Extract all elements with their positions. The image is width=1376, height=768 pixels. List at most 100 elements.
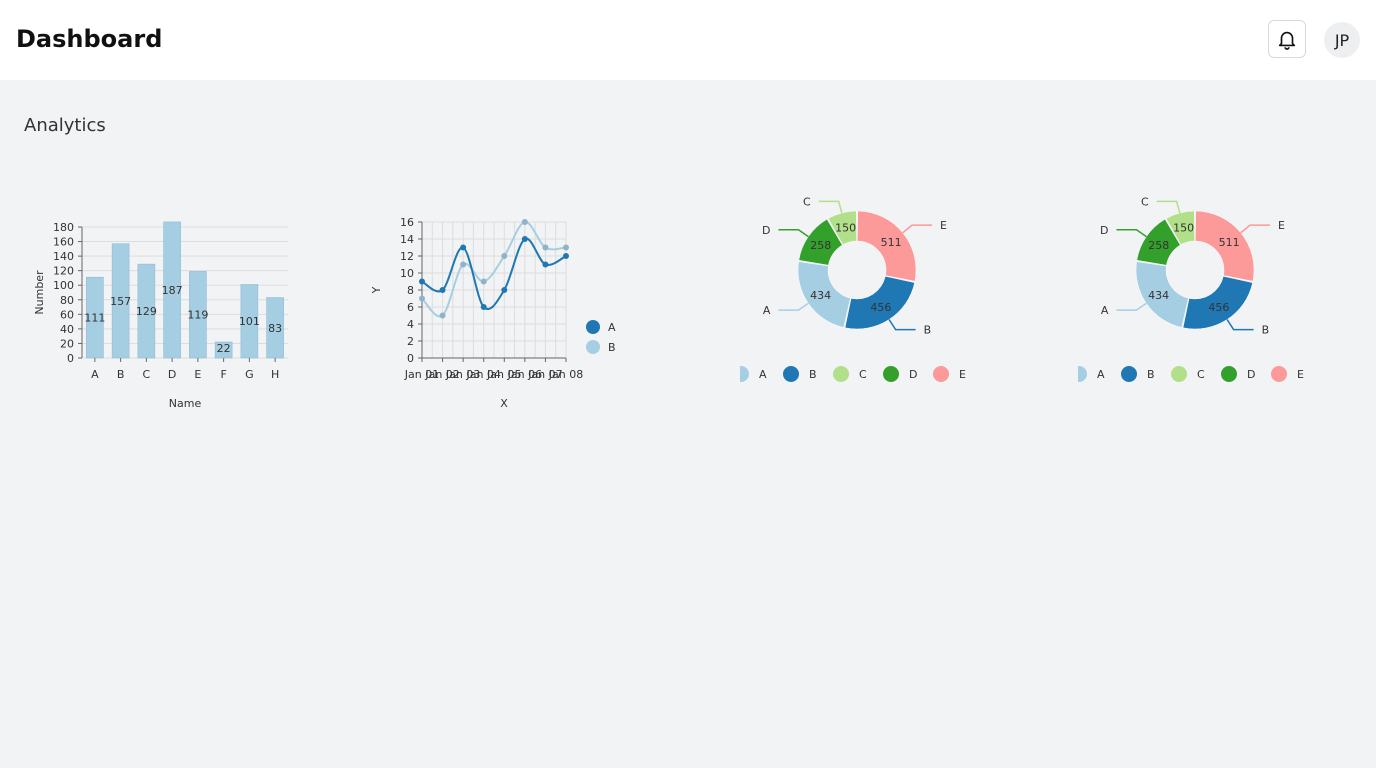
bar-data-label: 129 bbox=[136, 305, 157, 318]
line-y-tick-label: 0 bbox=[407, 352, 414, 365]
line-point-B bbox=[501, 253, 508, 259]
donut-leader-line bbox=[1116, 302, 1147, 311]
donut-legend-label: B bbox=[1147, 368, 1155, 381]
bar-data-label: 22 bbox=[217, 342, 231, 355]
bar-y-tick-label: 40 bbox=[60, 323, 74, 336]
donut-leader-line bbox=[1226, 319, 1254, 331]
line-point-B bbox=[460, 261, 467, 268]
donut-value-label: 511 bbox=[1219, 236, 1240, 249]
line-y-tick-label: 6 bbox=[407, 301, 414, 314]
donut-legend-label: D bbox=[909, 368, 917, 381]
line-point-B bbox=[419, 295, 425, 302]
bar-x-tick-label: D bbox=[168, 368, 176, 381]
donut-legend-label: C bbox=[1197, 368, 1205, 381]
donut-value-label: 150 bbox=[835, 221, 856, 234]
donut-value-label: 456 bbox=[1208, 301, 1229, 314]
line-point-A bbox=[521, 236, 528, 242]
line-chart: 0246810121416Jan 01Jan 02Jan 03Jan 04Jan… bbox=[370, 216, 616, 410]
donut-category-label: D bbox=[1100, 224, 1108, 237]
donut-leader-line bbox=[902, 224, 933, 234]
line-legend-label: B bbox=[608, 341, 616, 354]
bar-y-tick-label: 80 bbox=[60, 294, 74, 307]
donut-legend-swatch bbox=[883, 366, 899, 382]
bar-x-tick-label: C bbox=[143, 368, 151, 381]
line-y-tick-label: 8 bbox=[407, 284, 414, 297]
donut-leader-line bbox=[888, 319, 916, 331]
donut-value-label: 258 bbox=[1148, 239, 1169, 252]
donut-leader-line bbox=[1156, 200, 1181, 214]
donut-leader-line bbox=[778, 302, 809, 311]
donut-legend-label: C bbox=[859, 368, 867, 381]
bar-y-tick-label: 100 bbox=[53, 279, 74, 292]
top-header: Dashboard JP bbox=[0, 0, 1376, 80]
bar-data-label: 111 bbox=[84, 312, 105, 325]
line-x-axis-label: X bbox=[500, 397, 508, 410]
line-y-tick-label: 10 bbox=[400, 267, 414, 280]
line-point-B bbox=[521, 219, 528, 225]
donut-value-label: 434 bbox=[810, 289, 831, 302]
donut-legend-swatch bbox=[833, 366, 849, 382]
line-x-tick-label: Jan 08 bbox=[548, 368, 583, 381]
line-legend-swatch bbox=[586, 340, 600, 354]
bar-y-tick-label: 140 bbox=[53, 250, 74, 263]
donut-value-label: 434 bbox=[1148, 289, 1169, 302]
bar-x-tick-label: E bbox=[194, 368, 201, 381]
donut-leader-line bbox=[1116, 229, 1147, 238]
bar-x-tick-label: F bbox=[220, 368, 226, 381]
bar-x-axis-label: Name bbox=[169, 397, 202, 410]
line-point-B bbox=[439, 312, 446, 319]
bar-y-tick-label: 20 bbox=[60, 337, 74, 350]
line-point-A bbox=[480, 304, 487, 310]
section-title: Analytics bbox=[24, 115, 106, 136]
bar-x-tick-label: G bbox=[245, 368, 254, 381]
line-legend-swatch bbox=[586, 320, 600, 334]
bar-data-label: 157 bbox=[110, 295, 131, 308]
donut-legend-label: E bbox=[1297, 368, 1304, 381]
bar-data-label: 187 bbox=[162, 284, 183, 297]
bar-data-label: 83 bbox=[268, 322, 282, 335]
bar-y-tick-label: 160 bbox=[53, 236, 74, 249]
bar-data-label: 101 bbox=[239, 315, 260, 328]
line-y-tick-label: 4 bbox=[407, 318, 414, 331]
donut-chart-2: 511 E 456 B 434 A 258 D 150 C A B C D E bbox=[1078, 195, 1304, 382]
line-point-B bbox=[542, 244, 549, 251]
notifications-button[interactable] bbox=[1268, 20, 1306, 58]
donut-legend-swatch bbox=[1221, 366, 1237, 382]
donut-legend-label: E bbox=[959, 368, 966, 381]
line-y-tick-label: 16 bbox=[400, 216, 414, 229]
donut-category-label: A bbox=[1101, 304, 1109, 317]
line-point-A bbox=[542, 261, 549, 268]
donut-category-label: A bbox=[763, 304, 771, 317]
bar-data-label: 119 bbox=[187, 309, 208, 322]
donut-legend-swatch bbox=[1121, 366, 1137, 382]
bell-icon bbox=[1278, 31, 1296, 50]
donut-value-label: 150 bbox=[1173, 221, 1194, 234]
donut-category-label: C bbox=[1141, 195, 1149, 208]
donut-category-label: B bbox=[924, 324, 932, 337]
line-legend-label: A bbox=[608, 321, 616, 334]
donut-legend-swatch bbox=[1078, 366, 1087, 382]
bar-y-tick-label: 0 bbox=[67, 352, 74, 365]
line-point-B bbox=[563, 244, 569, 251]
bar-x-tick-label: A bbox=[91, 368, 99, 381]
donut-leader-line bbox=[818, 200, 843, 214]
donut-category-label: E bbox=[1278, 219, 1285, 232]
user-avatar[interactable]: JP bbox=[1324, 22, 1360, 58]
donut-legend-label: D bbox=[1247, 368, 1255, 381]
bar-y-axis-label: Number bbox=[33, 270, 46, 315]
donut-leader-line bbox=[1240, 224, 1271, 234]
donut-category-label: E bbox=[940, 219, 947, 232]
bar-y-tick-label: 120 bbox=[53, 265, 74, 278]
line-point-A bbox=[439, 287, 446, 293]
line-point-A bbox=[501, 287, 508, 293]
line-y-tick-label: 14 bbox=[400, 233, 414, 246]
donut-category-label: C bbox=[803, 195, 811, 208]
donut-legend-swatch bbox=[1271, 366, 1287, 382]
line-point-A bbox=[460, 244, 467, 251]
donut-value-label: 456 bbox=[870, 301, 891, 314]
bar-y-tick-label: 60 bbox=[60, 308, 74, 321]
donut-value-label: 258 bbox=[810, 239, 831, 252]
line-y-axis-label: Y bbox=[370, 286, 383, 294]
donut-legend-swatch bbox=[933, 366, 949, 382]
donut-value-label: 511 bbox=[881, 236, 902, 249]
